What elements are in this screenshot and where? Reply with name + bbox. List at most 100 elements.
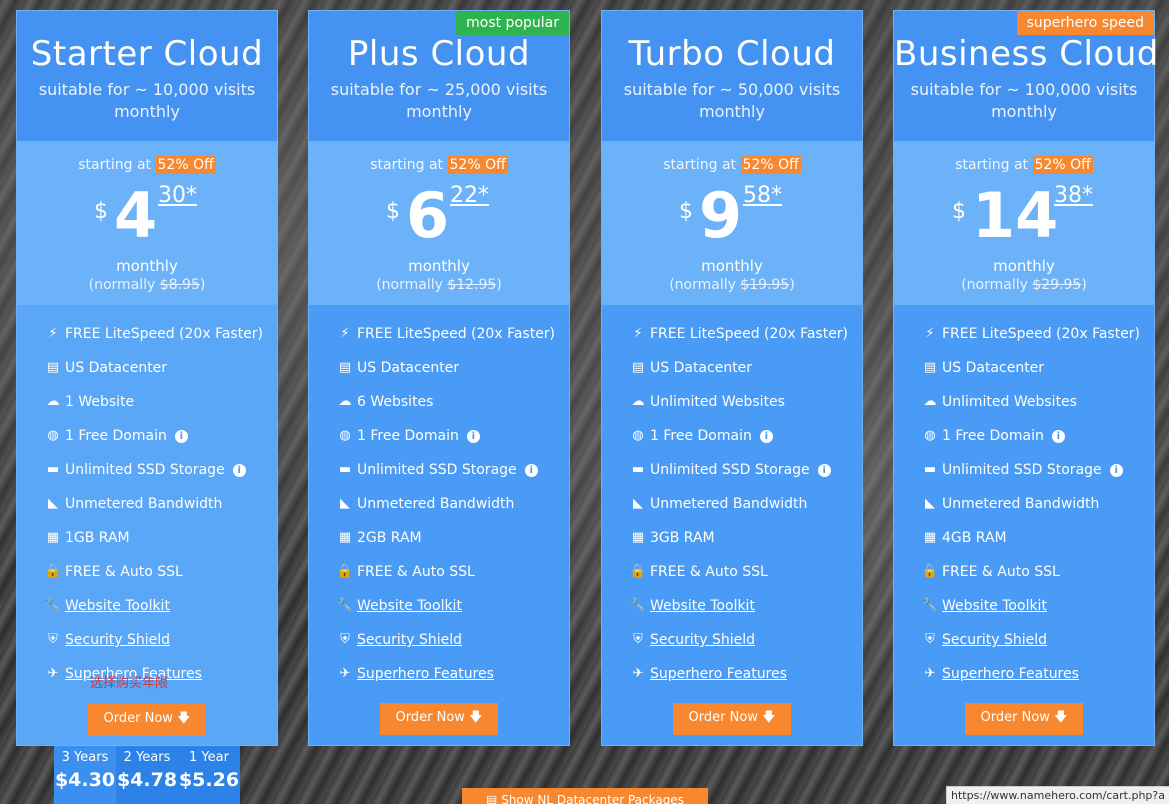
starting-at-text: starting at 52% Off — [602, 156, 862, 174]
order-label: Order Now — [688, 710, 758, 725]
info-icon[interactable]: i — [1051, 429, 1065, 443]
price-dollars: 6 — [406, 179, 450, 252]
feature-label: US Datacenter — [650, 360, 753, 376]
feature-item[interactable]: ⛨ Security Shield — [628, 623, 862, 657]
plan-name: Starter Cloud — [30, 34, 264, 74]
cloud-icon: ☁ — [631, 394, 645, 409]
hdd-icon: ▬ — [923, 462, 937, 477]
chart-icon: ◣ — [48, 496, 58, 511]
discount-badge: 52% Off — [447, 156, 508, 174]
starting-at-text: starting at 52% Off — [894, 156, 1154, 174]
info-icon[interactable]: i — [466, 429, 480, 443]
feature-label: US Datacenter — [357, 360, 460, 376]
feature-label: FREE LiteSpeed (20x Faster) — [942, 326, 1141, 342]
feature-item: ◍ 1 Free Domain i — [628, 419, 862, 453]
order-now-button[interactable]: Order Now 🡇 — [380, 703, 498, 735]
period-price: $5.26 — [178, 769, 240, 791]
info-icon[interactable]: i — [174, 429, 188, 443]
billing-period: monthly — [701, 257, 763, 275]
price-box: starting at 52% Off $4 30* monthly (normally… — [17, 141, 277, 305]
order-now-button[interactable]: Order Now 🡇 — [88, 704, 206, 736]
plan-subtitle: suitable for ~ 50,000 visits monthly — [623, 80, 841, 121]
cloud-icon: ☁ — [46, 394, 60, 409]
info-icon[interactable]: i — [232, 463, 246, 477]
plane-icon: ✈ — [47, 666, 59, 681]
info-icon[interactable]: i — [524, 463, 538, 477]
chart-icon: ◣ — [340, 496, 350, 511]
feature-item[interactable]: ✈ Superhero Features — [920, 657, 1154, 691]
hdd-icon: ▬ — [338, 462, 352, 477]
plan-badge: most popular — [456, 11, 569, 35]
starting-at-text: starting at 52% Off — [17, 156, 277, 174]
show-nl-datacenter-button[interactable]: ▤ Show NL Datacenter Packages — [462, 788, 708, 804]
period-1-year[interactable]: 1 Year $5.26 — [178, 746, 240, 804]
wrench-icon: 🔧 — [629, 598, 647, 613]
feature-list: ⚡ FREE LiteSpeed (20x Faster) ▤ US Datacent… — [309, 305, 569, 691]
plan-name: Business Cloud — [894, 34, 1159, 74]
feature-label: Unmetered Bandwidth — [65, 496, 223, 512]
arrow-down-icon: 🡇 — [177, 711, 191, 726]
discount-badge: 52% Off — [155, 156, 216, 174]
plane-icon: ✈ — [632, 666, 644, 681]
feature-item[interactable]: ⛨ Security Shield — [920, 623, 1154, 657]
cloud-icon: ☁ — [338, 394, 352, 409]
period-2-years[interactable]: 2 Years $4.78 — [116, 746, 178, 804]
info-icon[interactable]: i — [759, 429, 773, 443]
feature-item[interactable]: 🔧 Website Toolkit — [628, 589, 862, 623]
price-box: starting at 52% Off $6 22* monthly (normally… — [309, 141, 569, 305]
price-cents: 30* — [158, 183, 197, 208]
info-icon[interactable]: i — [1109, 463, 1123, 477]
feature-label: Unlimited SSD Storage — [357, 462, 517, 478]
feature-item[interactable]: ✈ Superhero Features — [628, 657, 862, 691]
feature-label: 1 Free Domain — [357, 428, 459, 444]
discount-badge: 52% Off — [1032, 156, 1093, 174]
feature-label: Unlimited SSD Storage — [942, 462, 1102, 478]
starting-label: starting at — [663, 157, 737, 173]
arrow-down-icon: 🡇 — [469, 710, 483, 725]
lock-icon: 🔒 — [629, 564, 647, 579]
chip-icon: ▦ — [631, 530, 645, 545]
feature-label: FREE LiteSpeed (20x Faster) — [65, 326, 264, 342]
feature-item: ▬ Unlimited SSD Storage i — [920, 453, 1154, 487]
hdd-icon: ▬ — [631, 462, 645, 477]
feature-item: ▦ 4GB RAM — [920, 521, 1154, 555]
feature-item: ☁ Unlimited Websites — [628, 385, 862, 419]
feature-label: Superhero Features — [942, 666, 1079, 682]
feature-item: 🔒 FREE & Auto SSL — [43, 555, 277, 589]
chart-icon: ◣ — [925, 496, 935, 511]
discount-badge: 52% Off — [740, 156, 801, 174]
billing-period: monthly — [408, 257, 470, 275]
feature-label: 1 Website — [65, 394, 135, 410]
order-label: Order Now — [980, 710, 1050, 725]
feature-item[interactable]: ⛨ Security Shield — [335, 623, 569, 657]
chart-icon: ◣ — [633, 496, 643, 511]
feature-item: ▬ Unlimited SSD Storage i — [43, 453, 277, 487]
feature-item[interactable]: 🔧 Website Toolkit — [335, 589, 569, 623]
normal-price: (normally $19.95) — [602, 277, 862, 293]
price-cents: 38* — [1054, 183, 1093, 208]
order-now-button[interactable]: Order Now 🡇 — [673, 703, 791, 735]
feature-item[interactable]: 🔧 Website Toolkit — [43, 589, 277, 623]
feature-list: ⚡ FREE LiteSpeed (20x Faster) ▤ US Datacent… — [894, 305, 1154, 691]
feature-item[interactable]: ⛨ Security Shield — [43, 623, 277, 657]
feature-label: Website Toolkit — [65, 598, 170, 614]
feature-item[interactable]: 🔧 Website Toolkit — [920, 589, 1154, 623]
feature-label: Security Shield — [357, 632, 462, 648]
feature-label: 3GB RAM — [650, 530, 715, 546]
currency-symbol: $ — [952, 199, 966, 224]
feature-label: Unlimited Websites — [942, 394, 1077, 410]
period-3-years[interactable]: 3 Years $4.30 — [54, 746, 116, 804]
period-label: 3 Years — [61, 750, 109, 765]
wrench-icon: 🔧 — [44, 598, 62, 613]
feature-item: ☁ 6 Websites — [335, 385, 569, 419]
feature-item[interactable]: ✈ Superhero Features — [335, 657, 569, 691]
order-now-button[interactable]: Order Now 🡇 — [965, 703, 1083, 735]
feature-label: Unlimited SSD Storage — [65, 462, 225, 478]
feature-label: Website Toolkit — [650, 598, 755, 614]
info-icon[interactable]: i — [817, 463, 831, 477]
price-dollars: 14 — [972, 179, 1059, 252]
normal-price: (normally $12.95) — [309, 277, 569, 293]
currency-symbol: $ — [386, 199, 400, 224]
status-bar-url: https://www.namehero.com/cart.php?a — [946, 786, 1169, 804]
feature-item: ▦ 2GB RAM — [335, 521, 569, 555]
